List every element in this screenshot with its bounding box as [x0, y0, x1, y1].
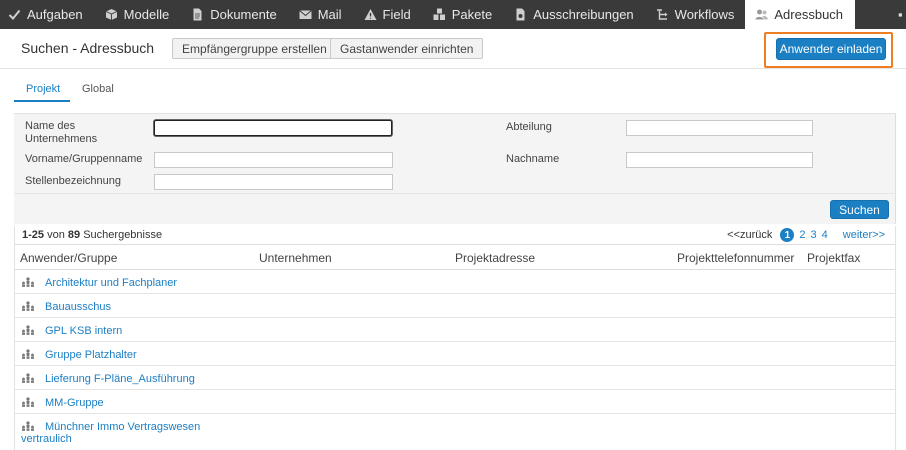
group-icon: [21, 373, 35, 383]
group-icon: [21, 421, 35, 431]
nav-item-label: Field: [382, 7, 411, 22]
search-form: Name des Unternehmens Abteilung Vorname/…: [14, 113, 896, 193]
group-link[interactable]: Lieferung F-Pläne_Ausführung: [21, 373, 195, 385]
group-link[interactable]: Bauausschus: [21, 301, 111, 313]
nav-item-workflows[interactable]: Workflows: [645, 0, 746, 29]
group-name: Gruppe Platzhalter: [45, 349, 137, 361]
nav-item-label: Pakete: [451, 7, 493, 22]
checkmark-icon: [8, 8, 21, 21]
column-project-address[interactable]: Projektadresse: [455, 251, 535, 265]
group-icon: [21, 301, 35, 311]
result-von: von: [47, 229, 65, 241]
column-company[interactable]: Unternehmen: [259, 251, 332, 265]
group-icon: [21, 277, 35, 287]
result-total: 89: [67, 229, 81, 241]
nav-item-adressbuch[interactable]: Adressbuch: [745, 0, 856, 29]
group-name: Lieferung F-Pläne_Ausführung: [45, 373, 195, 385]
pagination-page-2[interactable]: 2: [799, 229, 805, 241]
last-name-input[interactable]: [626, 152, 813, 168]
page-title: Suchen - Adressbuch: [21, 40, 155, 56]
pagination: <<zurück 1 2 3 4 weiter>>: [727, 228, 885, 242]
create-guest-user-button[interactable]: Gastanwender einrichten: [330, 38, 484, 59]
tab-project[interactable]: Projekt: [26, 83, 60, 95]
last-name-label: Nachname: [506, 153, 560, 165]
table-row: Lieferung F-Pläne_Ausführung: [15, 366, 895, 390]
mail-icon: [298, 8, 312, 21]
search-scope-tabs: Projekt Global: [0, 78, 906, 102]
group-name: MM-Gruppe: [45, 397, 104, 409]
nav-item-field[interactable]: Field: [353, 0, 422, 29]
group-link[interactable]: GPL KSB intern: [21, 325, 122, 337]
pagination-page-4[interactable]: 4: [822, 229, 828, 241]
job-title-label: Stellenbezeichnung: [25, 175, 122, 187]
document-icon: [191, 8, 204, 21]
nav-item-modelle[interactable]: Modelle: [94, 0, 181, 29]
group-link[interactable]: Architektur und Fachplaner: [21, 277, 177, 289]
group-link[interactable]: Münchner Immo Vertragswesen vertraulich: [21, 421, 221, 445]
group-name: GPL KSB intern: [45, 325, 123, 337]
column-user-group[interactable]: Anwender/Gruppe: [20, 251, 117, 265]
column-project-phone[interactable]: Projekttelefonnummer: [677, 251, 794, 265]
department-input[interactable]: [626, 120, 813, 136]
workflow-icon: [656, 8, 669, 21]
results-table: 1-25 von 89 Suchergebnisse <<zurück 1 2 …: [14, 226, 896, 450]
table-header: Anwender/Gruppe Unternehmen Projektadres…: [15, 245, 895, 270]
results-summary-bar: 1-25 von 89 Suchergebnisse <<zurück 1 2 …: [15, 226, 895, 245]
table-row: Bauausschus: [15, 294, 895, 318]
search-button-bar: Suchen: [14, 193, 896, 224]
warning-triangle-icon: [364, 8, 377, 21]
cube-icon: [105, 8, 118, 21]
group-icon: [21, 325, 35, 335]
active-tab-indicator: [14, 100, 70, 102]
pagination-next[interactable]: weiter>>: [843, 229, 885, 241]
nav-item-label: Ausschreibungen: [533, 7, 634, 22]
first-name-label: Vorname/Gruppenname: [25, 153, 143, 165]
top-navigation: Aufgaben Modelle Dokumente Mail Field Pa…: [0, 0, 906, 29]
job-title-input[interactable]: [154, 174, 393, 190]
department-label: Abteilung: [506, 121, 552, 133]
group-link[interactable]: MM-Gruppe: [21, 397, 104, 409]
address-book-icon: [755, 8, 769, 21]
search-button[interactable]: Suchen: [830, 200, 889, 219]
company-name-input[interactable]: [154, 120, 392, 136]
table-row: Gruppe Platzhalter: [15, 342, 895, 366]
nav-item-label: Workflows: [674, 7, 735, 22]
result-range: 1-25: [22, 229, 45, 241]
first-name-input[interactable]: [154, 152, 393, 168]
tab-global[interactable]: Global: [82, 83, 114, 95]
nav-item-mail[interactable]: Mail: [288, 0, 353, 29]
nav-item-ausschreibungen[interactable]: Ausschreibungen: [503, 0, 644, 29]
nav-item-dokumente[interactable]: Dokumente: [180, 0, 287, 29]
pagination-prev[interactable]: <<zurück: [727, 229, 772, 241]
group-name: Bauausschus: [45, 301, 112, 313]
group-icon: [21, 349, 35, 359]
nav-item-aufgaben[interactable]: Aufgaben: [0, 0, 94, 29]
group-link[interactable]: Gruppe Platzhalter: [21, 349, 137, 361]
create-recipient-group-button[interactable]: Empfängergruppe erstellen: [172, 38, 337, 59]
nav-overflow-icon[interactable]: ▪: [896, 0, 906, 29]
group-name: Architektur und Fachplaner: [45, 277, 178, 289]
group-name: Münchner Immo Vertragswesen vertraulich: [21, 421, 201, 445]
table-row: Münchner Immo Vertragswesen vertraulich: [15, 414, 895, 450]
pagination-page-3[interactable]: 3: [811, 229, 817, 241]
company-name-label: Name des Unternehmens: [25, 120, 98, 145]
nav-item-label: Mail: [317, 7, 342, 22]
nav-item-label: Dokumente: [210, 7, 277, 22]
packages-icon: [433, 8, 446, 21]
pagination-current-page[interactable]: 1: [780, 228, 795, 242]
nav-item-label: Adressbuch: [774, 7, 844, 22]
table-row: Architektur und Fachplaner: [15, 270, 895, 294]
table-row: MM-Gruppe: [15, 390, 895, 414]
result-suffix: Suchergebnisse: [83, 229, 163, 241]
table-row: GPL KSB intern: [15, 318, 895, 342]
column-project-fax[interactable]: Projektfax: [807, 251, 860, 265]
nav-item-label: Modelle: [123, 7, 170, 22]
nav-item-pakete[interactable]: Pakete: [422, 0, 503, 29]
result-count: 1-25 von 89 Suchergebnisse: [22, 229, 162, 241]
group-icon: [21, 397, 35, 407]
nav-item-label: Aufgaben: [27, 7, 83, 22]
tender-document-icon: [514, 8, 527, 21]
invite-user-button[interactable]: Anwender einladen: [776, 38, 886, 60]
